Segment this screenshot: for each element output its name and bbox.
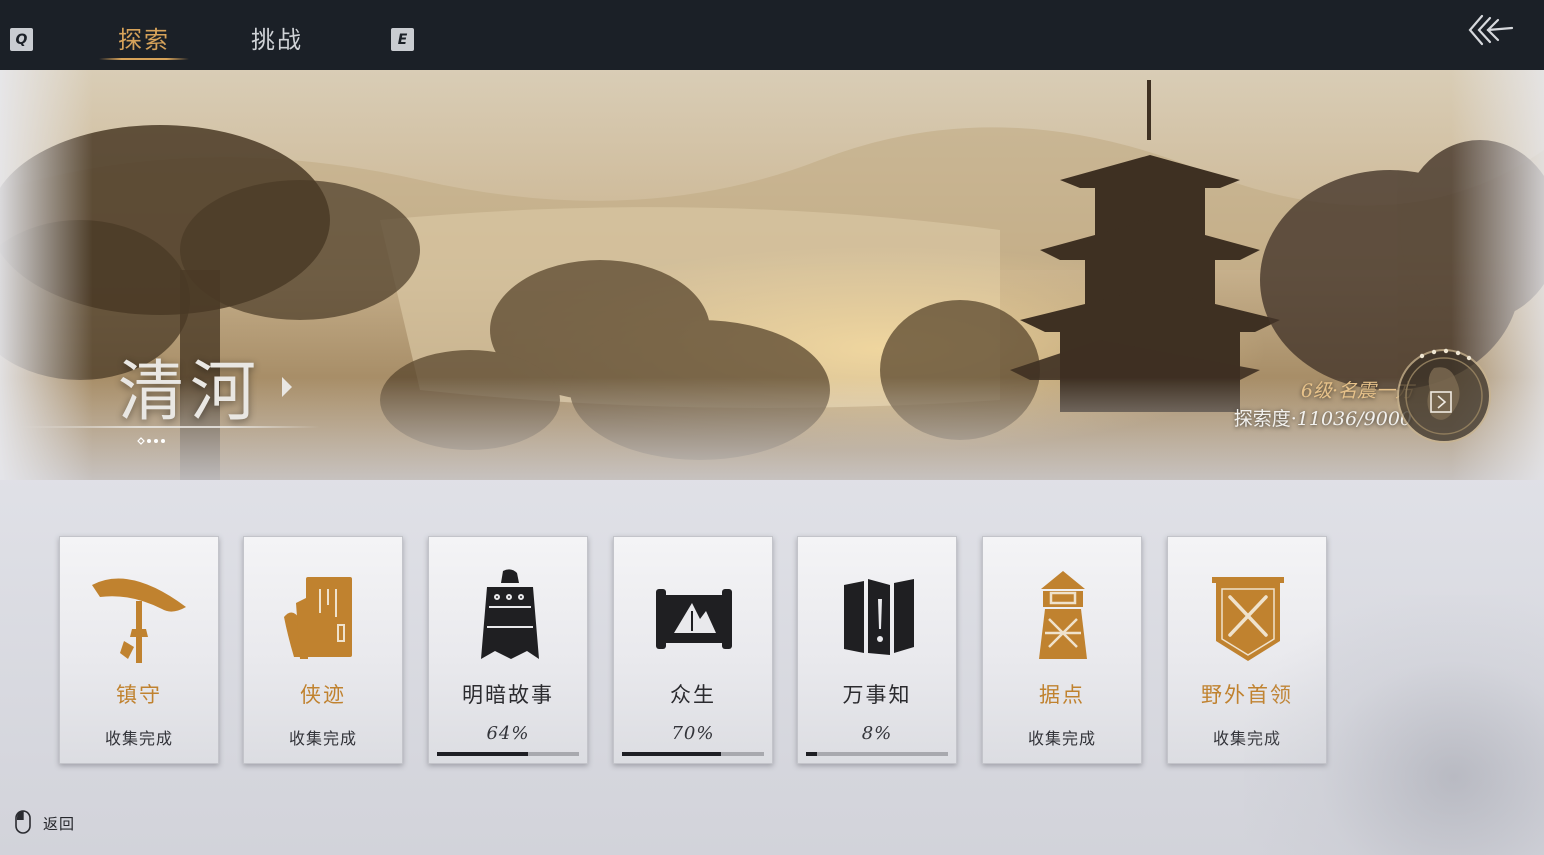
category-card-knowledge[interactable]: 万事知 8%: [797, 536, 957, 764]
painting-scroll-icon: [656, 589, 732, 649]
exploration-label: 探索度·: [1233, 408, 1297, 430]
region-name[interactable]: 清河: [118, 338, 262, 434]
top-bar: Q 探索 挑战 E: [0, 0, 1544, 70]
card-status: 收集完成: [1027, 729, 1096, 748]
category-card-guard[interactable]: 镇守 收集完成: [59, 536, 219, 764]
card-title: 众生: [670, 683, 716, 707]
card-progress-bar: [437, 752, 579, 756]
card-progress-bar: [806, 752, 948, 756]
mist-decoration: [1244, 595, 1544, 855]
next-tab-key-hint[interactable]: E: [391, 28, 414, 51]
back-button-label[interactable]: 返回: [43, 813, 75, 834]
card-progress-percent: 64%: [486, 723, 530, 744]
bell-icon: [481, 569, 539, 659]
card-title: 侠迹: [300, 683, 346, 707]
watchtower-icon: [1039, 571, 1087, 659]
category-card-stronghold[interactable]: 据点 收集完成: [982, 536, 1142, 764]
region-banner: 清河 6级·名震一方 探索度·11036/9000: [0, 70, 1544, 480]
back-arrow-icon[interactable]: [1466, 10, 1514, 50]
exploration-progress-text: 探索度·11036/9000: [1234, 404, 1412, 431]
card-title: 据点: [1039, 683, 1085, 707]
card-progress-fill: [806, 752, 818, 756]
category-card-hero-traces[interactable]: 侠迹 收集完成: [243, 536, 403, 764]
region-select-arrow-icon[interactable]: [280, 375, 294, 399]
card-progress-fill: [437, 752, 528, 756]
region-map-medal-icon[interactable]: [1394, 346, 1494, 446]
card-progress-percent: 8%: [861, 723, 893, 744]
card-title: 万事知: [842, 683, 912, 707]
card-title: 明暗故事: [462, 683, 554, 707]
card-progress-fill: [622, 752, 722, 756]
category-card-stories[interactable]: 明暗故事 64%: [428, 536, 588, 764]
scroll-book-icon: [284, 577, 352, 659]
region-underline: [20, 426, 320, 428]
card-status: 收集完成: [288, 729, 357, 748]
tab-challenge[interactable]: 挑战: [232, 20, 322, 60]
prev-tab-key-hint[interactable]: Q: [10, 28, 33, 51]
card-progress-percent: 70%: [671, 723, 715, 744]
card-title: 镇守: [116, 683, 162, 707]
card-status: 收集完成: [104, 729, 173, 748]
region-page-dots-icon: [137, 437, 165, 445]
mouse-right-click-icon: [15, 810, 31, 834]
tab-explore[interactable]: 探索: [99, 20, 189, 60]
straw-hat-icon: [92, 578, 186, 663]
card-progress-bar: [622, 752, 764, 756]
folding-screen-icon: [844, 579, 914, 655]
category-card-people[interactable]: 众生 70%: [613, 536, 773, 764]
